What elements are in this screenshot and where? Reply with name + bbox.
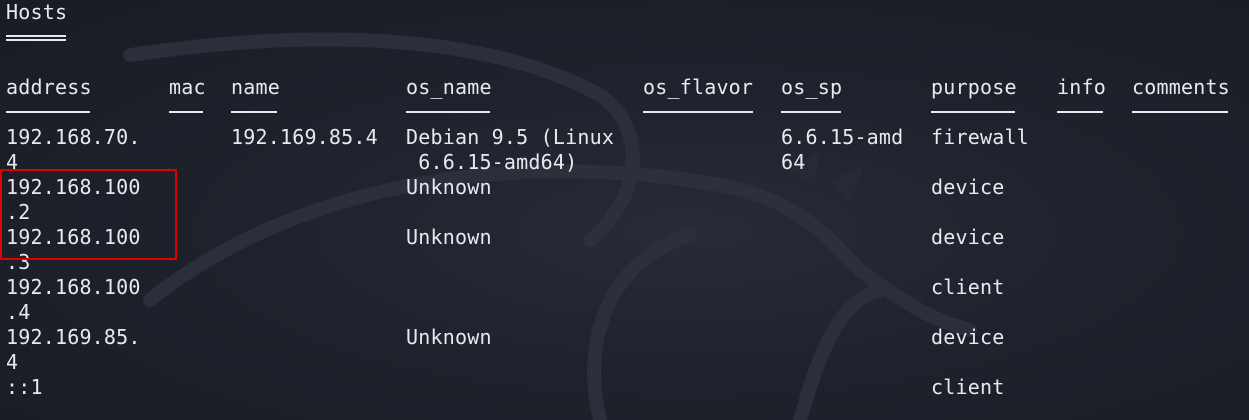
section-title: Hosts <box>6 0 68 24</box>
column-underline <box>1057 111 1103 113</box>
column-header-os-name: os_name <box>406 75 492 99</box>
column-header-info: info <box>1057 75 1106 99</box>
kali-dragon-icon <box>123 32 977 420</box>
column-header-mac: mac <box>169 75 206 99</box>
cell-purpose: client <box>931 375 1005 399</box>
column-underline <box>169 111 203 113</box>
column-header-os-flavor: os_flavor <box>643 75 754 99</box>
cell-address-wrap: 4 <box>6 350 19 374</box>
column-header-name: name <box>231 75 280 99</box>
cell-os-sp-wrap: 64 <box>781 150 806 174</box>
cell-purpose: firewall <box>931 125 1029 149</box>
cell-address: 192.168.70. <box>6 125 141 149</box>
column-underline <box>231 111 277 113</box>
cell-purpose: client <box>931 275 1005 299</box>
column-underline <box>406 111 490 113</box>
cell-purpose: device <box>931 225 1005 249</box>
column-underline <box>781 111 841 113</box>
cell-os-sp: 6.6.15-amd <box>781 125 904 149</box>
cell-purpose: device <box>931 325 1005 349</box>
column-header-address: address <box>6 75 92 99</box>
cell-os-name: Unknown <box>406 325 492 349</box>
cell-os-name-wrap: 6.6.15-amd64) <box>406 150 578 174</box>
cell-os-name: Unknown <box>406 175 492 199</box>
cell-purpose: device <box>931 175 1005 199</box>
column-header-purpose: purpose <box>931 75 1017 99</box>
cell-address: ::1 <box>6 375 43 399</box>
highlight-box <box>0 169 177 260</box>
column-header-os-sp: os_sp <box>781 75 843 99</box>
cell-address: 192.169.85. <box>6 325 141 349</box>
terminal-window[interactable]: Hosts address mac name os_name os_flavor… <box>0 0 1249 420</box>
title-underline <box>6 35 66 41</box>
column-underline <box>931 111 1015 113</box>
cell-os-name: Debian 9.5 (Linux <box>406 125 615 149</box>
cell-address: 192.168.100 <box>6 275 141 299</box>
cell-address-wrap: .4 <box>6 300 31 324</box>
cell-name: 192.169.85.4 <box>231 125 378 149</box>
cell-os-name: Unknown <box>406 225 492 249</box>
column-underline <box>1132 111 1228 113</box>
column-header-comments: comments <box>1132 75 1230 99</box>
column-underline <box>643 111 753 113</box>
column-underline <box>6 111 90 113</box>
